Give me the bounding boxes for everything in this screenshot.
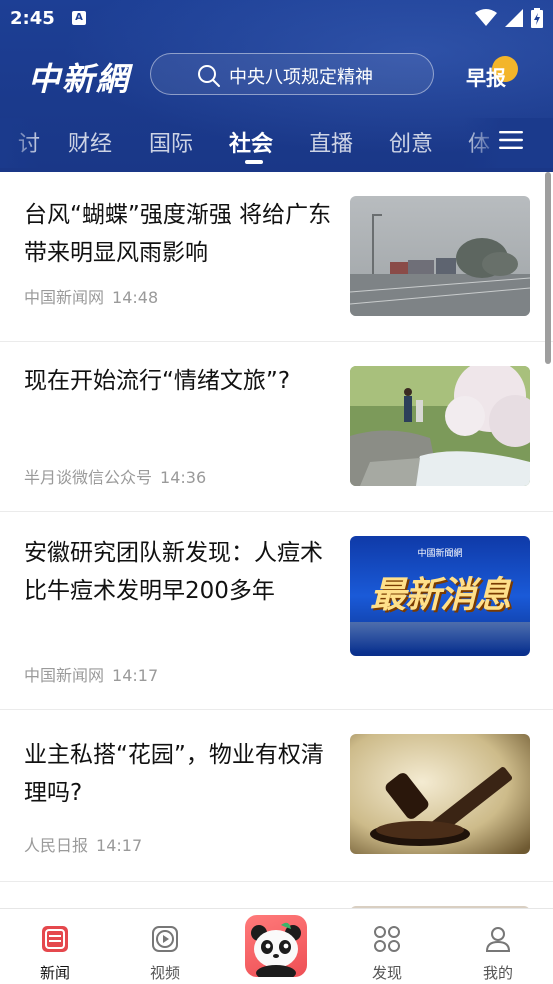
news-time: 14:36 bbox=[160, 468, 207, 487]
news-source: 中国新闻网 bbox=[24, 666, 105, 685]
scrollbar[interactable] bbox=[545, 172, 551, 364]
nav-discover-label: 发现 bbox=[371, 964, 402, 982]
tab-finance[interactable]: 财经 bbox=[68, 126, 112, 158]
bottom-nav: 新闻 视频 发现 我的 bbox=[0, 908, 553, 984]
status-time: 2:45 bbox=[10, 8, 55, 29]
wifi-icon bbox=[475, 9, 497, 26]
video-icon bbox=[152, 926, 178, 952]
news-time: 14:17 bbox=[96, 836, 143, 855]
tab-international[interactable]: 国际 bbox=[149, 126, 193, 158]
news-meta: 中国新闻网 14:17 bbox=[24, 662, 158, 686]
menu-icon[interactable] bbox=[499, 130, 523, 150]
app-header: 2:45 A 中新網 中央八项规定精神 早报 讨 财经 国际 社会 直播 创意 … bbox=[0, 0, 553, 172]
status-icons bbox=[475, 8, 543, 28]
nav-news-label: 新闻 bbox=[39, 964, 70, 982]
active-tab-indicator bbox=[245, 160, 263, 164]
notification-a-icon: A bbox=[72, 11, 86, 25]
profile-icon bbox=[485, 927, 511, 952]
news-meta: 人民日报 14:17 bbox=[24, 832, 142, 856]
news-icon bbox=[42, 926, 68, 952]
news-title: 安徽研究团队新发现：人痘术比牛痘术发明早200多年 bbox=[24, 540, 323, 604]
news-source: 中国新闻网 bbox=[24, 288, 105, 307]
storm-highway-image bbox=[350, 196, 530, 316]
news-source: 半月谈微信公众号 bbox=[24, 468, 153, 487]
tab-live[interactable]: 直播 bbox=[309, 126, 353, 158]
search-icon bbox=[198, 65, 220, 87]
panda-mascot-icon[interactable] bbox=[245, 915, 307, 977]
search-placeholder: 中央八项规定精神 bbox=[229, 67, 373, 88]
battery-icon bbox=[531, 8, 543, 28]
news-feed: 台风“蝴蝶”强度渐强 将给广东带来明显风雨影响 中国新闻网 14:48 现在开始… bbox=[0, 172, 553, 908]
news-title: 台风“蝴蝶”强度渐强 将给广东带来明显风雨影响 bbox=[24, 202, 332, 266]
status-bar: 2:45 A bbox=[0, 0, 553, 36]
channel-tabs: 讨 财经 国际 社会 直播 创意 体 bbox=[0, 118, 553, 168]
nav-video[interactable]: 视频 bbox=[110, 909, 220, 984]
news-source: 人民日报 bbox=[24, 836, 89, 855]
morning-report-button[interactable]: 早报 bbox=[466, 62, 506, 91]
news-item[interactable]: 现在开始流行“情绪文旅”? 半月谈微信公众号 14:36 bbox=[0, 342, 553, 512]
discover-icon bbox=[374, 926, 400, 952]
nav-profile[interactable]: 我的 bbox=[443, 909, 553, 984]
breaking-news-banner: 中國新聞網 最新消息 bbox=[350, 536, 530, 656]
news-item[interactable]: 安徽研究团队新发现：人痘术比牛痘术发明早200多年 中国新闻网 14:17 中國新… bbox=[0, 512, 553, 710]
signal-icon bbox=[505, 9, 523, 27]
news-item[interactable]: 台风“蝴蝶”强度渐强 将给广东带来明显风雨影响 中国新闻网 14:48 bbox=[0, 172, 553, 342]
banner-brand: 中國新聞網 bbox=[417, 549, 463, 559]
nav-discover[interactable]: 发现 bbox=[332, 909, 442, 984]
news-item[interactable] bbox=[0, 882, 553, 908]
news-meta: 半月谈微信公众号 14:36 bbox=[24, 464, 206, 488]
banner-caption: 最新消息 bbox=[369, 575, 511, 616]
app-logo[interactable]: 中新網 bbox=[28, 54, 130, 100]
nav-news[interactable]: 新闻 bbox=[0, 909, 110, 984]
tab-creative[interactable]: 创意 bbox=[389, 126, 433, 158]
news-item[interactable]: 业主私搭“花园”，物业有权清理吗? 人民日报 14:17 bbox=[0, 710, 553, 882]
tab-society[interactable]: 社会 bbox=[229, 126, 273, 158]
search-bar[interactable]: 中央八项规定精神 bbox=[150, 53, 434, 95]
news-title: 现在开始流行“情绪文旅”? bbox=[24, 368, 291, 394]
gavel-image bbox=[350, 734, 530, 854]
news-time: 14:17 bbox=[112, 666, 159, 685]
spring-waterfall-image bbox=[350, 366, 530, 486]
news-meta: 中国新闻网 14:48 bbox=[24, 284, 158, 308]
news-title: 业主私搭“花园”，物业有权清理吗? bbox=[24, 742, 324, 806]
nav-profile-label: 我的 bbox=[482, 964, 513, 982]
news-time: 14:48 bbox=[112, 288, 159, 307]
nav-video-label: 视频 bbox=[149, 964, 180, 982]
